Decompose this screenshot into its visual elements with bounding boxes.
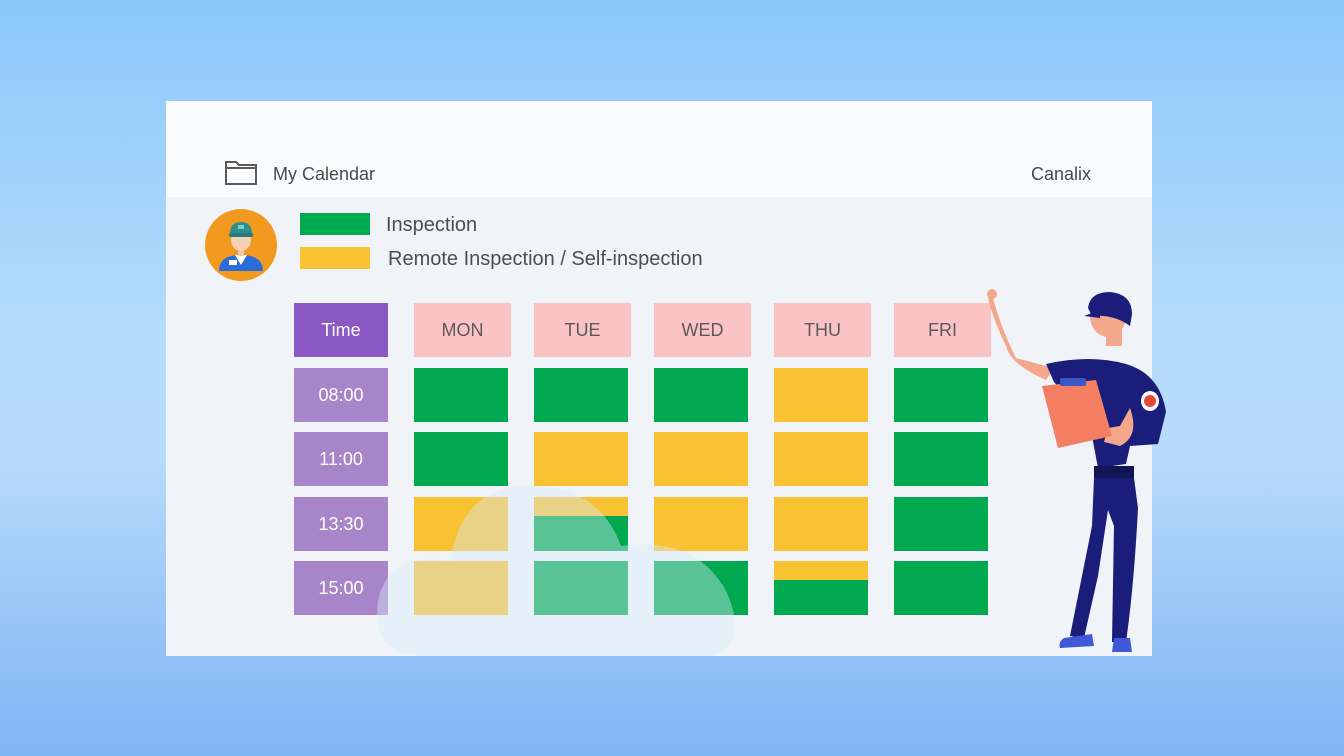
- schedule-slot[interactable]: [774, 497, 868, 551]
- inspection-block: [654, 368, 748, 422]
- time-column-header: Time: [294, 303, 388, 357]
- inspector-illustration: [987, 289, 1166, 652]
- legend-label-inspection: Inspection: [386, 214, 478, 236]
- schedule-slot[interactable]: [774, 432, 868, 486]
- day-header-fri: FRI: [894, 303, 991, 357]
- remote-inspection-block: [774, 497, 868, 551]
- inspection-block: [774, 579, 868, 615]
- remote-inspection-block: [534, 432, 628, 486]
- schedule-slot[interactable]: [414, 432, 508, 486]
- schedule-slot[interactable]: [894, 497, 988, 551]
- day-header-mon: MON: [414, 303, 511, 357]
- inspection-block: [414, 368, 508, 422]
- remote-inspection-block: [414, 561, 508, 615]
- time-label-1500: 15:00: [294, 561, 388, 615]
- schedule-slot[interactable]: [654, 368, 748, 422]
- schedule-slot[interactable]: [894, 432, 988, 486]
- folder-icon[interactable]: [224, 158, 258, 186]
- remote-inspection-block: [774, 368, 868, 422]
- day-header-wed: WED: [654, 303, 751, 357]
- brand-name: Canalix: [1030, 164, 1091, 184]
- schedule-slot[interactable]: [894, 368, 988, 422]
- remote-inspection-block: [654, 497, 748, 551]
- inspection-block: [894, 561, 988, 615]
- legend-swatch-inspection: [300, 213, 370, 235]
- time-label-1100: 11:00: [294, 432, 388, 486]
- inspection-block: [654, 561, 748, 615]
- schedule-slot[interactable]: [414, 561, 508, 615]
- day-header-thu: THU: [774, 303, 871, 357]
- time-label-1330: 13:30: [294, 497, 388, 551]
- day-header-tue: TUE: [534, 303, 631, 357]
- remote-inspection-block: [654, 432, 748, 486]
- schedule-slot[interactable]: [534, 432, 628, 486]
- inspector-avatar-icon[interactable]: [205, 209, 277, 281]
- legend-label-remote: Remote Inspection / Self-inspection: [388, 248, 703, 270]
- schedule-slot[interactable]: [774, 368, 868, 422]
- schedule-slot[interactable]: [774, 561, 868, 615]
- inspection-block: [534, 561, 628, 615]
- schedule-slot[interactable]: [534, 561, 628, 615]
- inspection-block: [894, 368, 988, 422]
- inspection-block: [414, 432, 508, 486]
- schedule-slot[interactable]: [654, 432, 748, 486]
- inspection-block: [534, 368, 628, 422]
- schedule-slot[interactable]: [534, 368, 628, 422]
- remote-inspection-block: [414, 497, 508, 551]
- inspection-block: [894, 497, 988, 551]
- schedule-slot[interactable]: [414, 368, 508, 422]
- inspection-block: [534, 515, 628, 551]
- schedule-slot[interactable]: [654, 497, 748, 551]
- legend-swatch-remote: [300, 247, 370, 269]
- schedule-slot[interactable]: [414, 497, 508, 551]
- inspection-block: [894, 432, 988, 486]
- time-label-0800: 08:00: [294, 368, 388, 422]
- schedule-slot[interactable]: [534, 497, 628, 551]
- remote-inspection-block: [774, 561, 868, 580]
- schedule-slot[interactable]: [894, 561, 988, 615]
- calendar-header: My Calendar Canalix: [166, 101, 1152, 197]
- schedule-slot[interactable]: [654, 561, 748, 615]
- calendar-title: My Calendar: [273, 164, 376, 184]
- remote-inspection-block: [774, 432, 868, 486]
- remote-inspection-block: [534, 497, 628, 516]
